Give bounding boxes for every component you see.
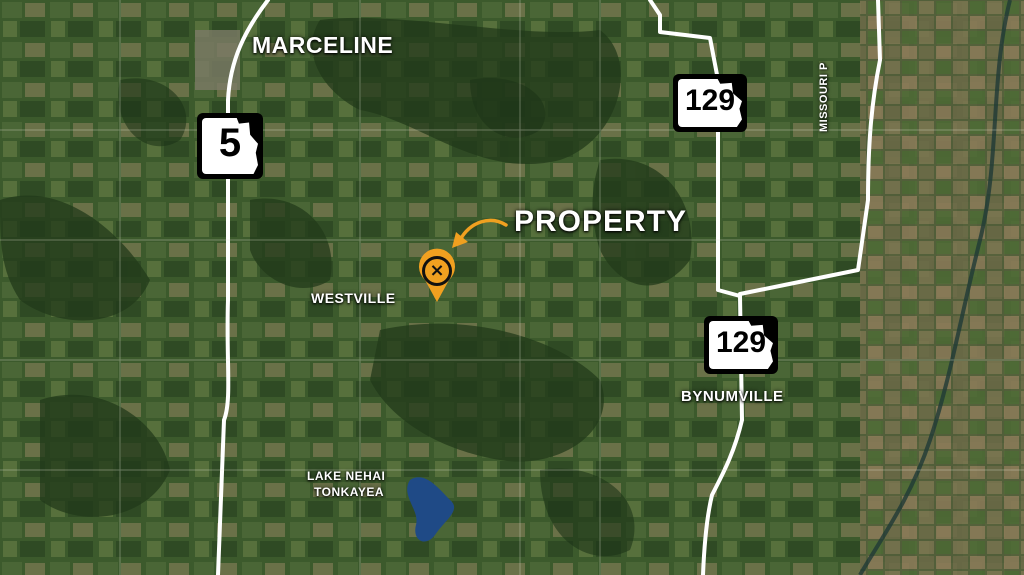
map-canvas xyxy=(0,0,1024,575)
route-129-north-number: 129 xyxy=(684,84,736,117)
property-marker-icon[interactable]: × xyxy=(422,256,452,286)
route-129-south-number: 129 xyxy=(715,326,767,359)
place-label-marceline: MARCELINE xyxy=(252,32,394,58)
route-129-north-shield: 129 xyxy=(673,74,747,132)
property-callout: PROPERTY xyxy=(514,205,688,238)
place-label-westville: WESTVILLE xyxy=(311,290,396,306)
place-label-bynumville: BYNUMVILLE xyxy=(681,388,784,405)
satellite-map[interactable]: × 5 129 129 MARCELINE PROPERTY WESTVILLE… xyxy=(0,0,1024,575)
route-5-number: 5 xyxy=(218,121,242,165)
route-129-south-shield: 129 xyxy=(704,316,778,374)
place-label-lake-line2: TONKAYEA xyxy=(314,485,385,499)
road-label-missouri-p: MISSOURI P xyxy=(818,62,830,132)
floodplain-fields xyxy=(860,0,1024,575)
place-label-lake-line1: LAKE NEHAI xyxy=(307,469,386,483)
route-5-shield: 5 xyxy=(197,113,263,179)
